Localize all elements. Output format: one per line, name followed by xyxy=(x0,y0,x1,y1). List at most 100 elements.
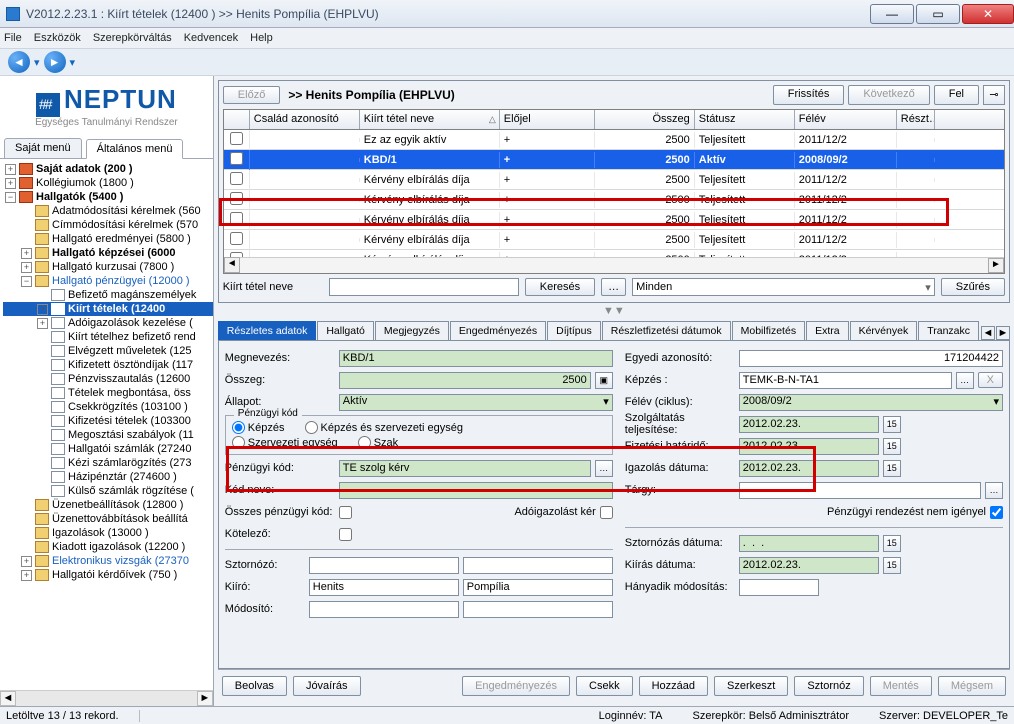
search-button[interactable]: Keresés xyxy=(525,278,595,296)
row-checkbox[interactable] xyxy=(230,212,243,225)
tree-node[interactable]: Házipénztár (274600 ) xyxy=(68,471,177,483)
calendar-icon[interactable]: 15 xyxy=(883,557,901,574)
col-csalad[interactable]: Család azonosító xyxy=(250,110,360,129)
col-statusz[interactable]: Státusz xyxy=(695,110,795,129)
jovairas-button[interactable]: Jóvaírás xyxy=(293,676,361,696)
modosito-input2[interactable] xyxy=(463,601,613,618)
col-reszt[interactable]: Részt… xyxy=(897,110,935,129)
tab-extra[interactable]: Extra xyxy=(806,321,849,340)
up-button[interactable]: Fel xyxy=(934,85,979,105)
kiirdat-input[interactable] xyxy=(739,557,879,574)
menu-help[interactable]: Help xyxy=(250,32,273,44)
sztornozo-input2[interactable] xyxy=(463,557,613,574)
menu-roleswitch[interactable]: Szerepkörváltás xyxy=(93,32,172,44)
adoig-check[interactable] xyxy=(600,506,613,519)
tree-node[interactable]: Hallgatói számlák (27240 xyxy=(68,443,192,455)
menu-favorites[interactable]: Kedvencek xyxy=(184,32,238,44)
table-row[interactable]: Kérvény elbírálás díja+2500Teljesített20… xyxy=(224,170,1004,190)
collapse-icon[interactable]: − xyxy=(5,192,16,203)
tree-node[interactable]: Hallgatók (5400 ) xyxy=(36,191,123,203)
szolg-date[interactable] xyxy=(739,416,879,433)
sztdat-input[interactable] xyxy=(739,535,879,552)
tab-reszletes[interactable]: Részletes adatok xyxy=(218,321,317,340)
tree-node[interactable]: Tételek megbontása, öss xyxy=(68,387,191,399)
kiiro-last[interactable] xyxy=(309,579,459,596)
radio-kepzes[interactable]: Képzés xyxy=(232,421,285,434)
tab-mobilfizetes[interactable]: Mobilfizetés xyxy=(732,321,805,340)
filter-button[interactable]: Szűrés xyxy=(941,278,1005,296)
tab-tranzakciok[interactable]: Tranzakc xyxy=(918,321,979,340)
calendar-icon[interactable]: 15 xyxy=(883,416,901,433)
x-button[interactable]: X xyxy=(978,372,1003,388)
table-row[interactable]: Kérvény elbírálás díja+2500Teljesített20… xyxy=(224,190,1004,210)
megsem-button[interactable]: Mégsem xyxy=(938,676,1006,696)
tree-node[interactable]: Adatmódosítási kérelmek (560 xyxy=(52,205,201,217)
expand-icon[interactable]: + xyxy=(21,248,32,259)
minimize-button[interactable]: — xyxy=(870,4,914,24)
expand-icon[interactable]: + xyxy=(5,178,16,189)
col-elojel[interactable]: Előjel xyxy=(500,110,595,129)
calendar-icon[interactable]: 15 xyxy=(883,438,901,455)
tree-node[interactable]: Címmódosítási kérelmek (570 xyxy=(52,219,198,231)
beolvas-button[interactable]: Beolvas xyxy=(222,676,287,696)
tab-reszletfizetesi[interactable]: Részletfizetési dátumok xyxy=(602,321,731,340)
row-checkbox[interactable] xyxy=(230,152,243,165)
search-more-button[interactable]: … xyxy=(601,278,626,296)
nav-back-dropdown[interactable]: ▾ xyxy=(34,51,40,73)
hanyadik-input[interactable] xyxy=(739,579,819,596)
tab-kervenyek[interactable]: Kérvények xyxy=(850,321,918,340)
targy-input[interactable] xyxy=(739,482,981,499)
next-button[interactable]: Következő xyxy=(848,85,929,105)
tree-node[interactable]: Üzenetbeállítások (12800 ) xyxy=(52,499,183,511)
penzrend-check[interactable] xyxy=(990,506,1003,519)
megnevezes-input[interactable] xyxy=(339,350,613,367)
tree-node[interactable]: Külső számlák rögzítése ( xyxy=(68,485,194,497)
kiiro-first[interactable] xyxy=(463,579,613,596)
tree-node[interactable]: Adóigazolások kezelése ( xyxy=(68,317,193,329)
table-row[interactable]: KBD/1+2500Aktív2008/09/2 xyxy=(224,150,1004,170)
tree-node[interactable]: Hallgató képzései (6000 xyxy=(52,247,176,259)
kepzes-input[interactable] xyxy=(739,372,952,389)
tree-node[interactable]: Kifizetési tételek (103300 xyxy=(68,415,191,427)
allapot-combo[interactable]: Aktív▾ xyxy=(339,394,613,411)
tree-node[interactable]: Saját adatok (200 ) xyxy=(36,163,133,175)
tree-node[interactable]: Elvégzett műveletek (125 xyxy=(68,345,192,357)
csekk-button[interactable]: Csekk xyxy=(576,676,633,696)
table-row[interactable]: Kérvény elbírálás díja+2500Teljesített20… xyxy=(224,210,1004,230)
osszeg-input[interactable] xyxy=(339,372,591,389)
tree-node[interactable]: Hallgató pénzügyei (12000 ) xyxy=(52,275,190,287)
row-checkbox[interactable] xyxy=(230,192,243,205)
lookup-button[interactable]: … xyxy=(595,460,613,477)
maximize-button[interactable]: ▭ xyxy=(916,4,960,24)
nav-back-button[interactable]: ◄ xyxy=(8,51,30,73)
tab-hallgato[interactable]: Hallgató xyxy=(317,321,374,340)
expand-icon[interactable]: + xyxy=(37,304,48,315)
tree-node[interactable]: Üzenettovábbítások beállítá xyxy=(52,513,188,525)
expand-icon[interactable]: + xyxy=(21,570,32,581)
sidebar-tab-own[interactable]: Saját menü xyxy=(4,138,82,158)
close-button[interactable]: ✕ xyxy=(962,4,1014,24)
calendar-icon[interactable]: 15 xyxy=(883,460,901,477)
lookup-button[interactable]: … xyxy=(956,372,974,389)
tree-node[interactable]: Elektronikus vizsgák (27370 xyxy=(52,555,189,567)
osszespk-check[interactable] xyxy=(339,506,352,519)
items-table[interactable]: Család azonosító Kiírt tétel neve△ Elője… xyxy=(223,109,1005,274)
table-hscroll[interactable]: ► xyxy=(240,257,1004,273)
splitter[interactable]: ▼▼ xyxy=(218,305,1010,317)
tree-node[interactable]: Kiadott igazolások (12200 ) xyxy=(52,541,185,553)
spinner-icon[interactable]: ▣ xyxy=(595,372,613,389)
menu-file[interactable]: File xyxy=(4,32,22,44)
tree-node[interactable]: Kézi számlarögzítés (273 xyxy=(68,457,192,469)
tree-node[interactable]: Hallgató kurzusai (7800 ) xyxy=(52,261,174,273)
igaz-date[interactable] xyxy=(739,460,879,477)
tree-node[interactable]: Csekkrögzítés (103100 ) xyxy=(68,401,188,413)
table-row[interactable]: Ez az egyik aktív+2500Teljesített2011/12… xyxy=(224,130,1004,150)
radio-szerv[interactable]: Szervezeti egység xyxy=(232,436,338,449)
modosito-input[interactable] xyxy=(309,601,459,618)
col-osszeg[interactable]: Összeg xyxy=(595,110,695,129)
row-checkbox[interactable] xyxy=(230,232,243,245)
tab-nav-right[interactable]: ► xyxy=(996,326,1010,340)
sztornoz-button[interactable]: Sztornóz xyxy=(794,676,863,696)
tree-node[interactable]: Kollégiumok (1800 ) xyxy=(36,177,134,189)
kodneve-input[interactable] xyxy=(339,482,613,499)
